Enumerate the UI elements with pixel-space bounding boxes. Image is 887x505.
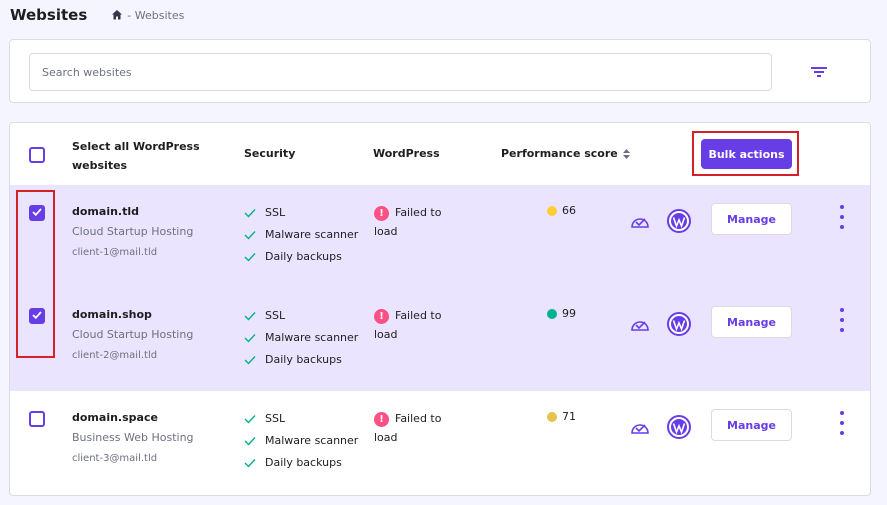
speed-button[interactable] bbox=[628, 415, 652, 439]
column-wordpress: WordPress bbox=[373, 147, 440, 160]
table-row: domain.shop Cloud Startup Hosting client… bbox=[10, 288, 870, 391]
table-row: domain.space Business Web Hosting client… bbox=[10, 391, 870, 494]
performance-value: 71 bbox=[562, 410, 576, 423]
security-item-label: Daily backups bbox=[265, 353, 342, 366]
error-icon: ! bbox=[374, 308, 389, 324]
row-checkbox[interactable] bbox=[29, 308, 45, 324]
manage-button[interactable]: Manage bbox=[711, 306, 792, 338]
performance-dot bbox=[547, 205, 557, 216]
breadcrumb: - Websites bbox=[111, 9, 184, 22]
speed-icon bbox=[631, 321, 649, 331]
error-icon: ! bbox=[374, 205, 389, 221]
site-plan: Cloud Startup Hosting bbox=[72, 225, 194, 238]
wordpress-button[interactable] bbox=[667, 209, 691, 233]
websites-table: Select all WordPress websites Security W… bbox=[9, 122, 871, 496]
security-item-label: Daily backups bbox=[265, 456, 342, 469]
speed-icon bbox=[631, 424, 649, 434]
wordpress-button[interactable] bbox=[667, 312, 691, 336]
performance-dot bbox=[547, 308, 557, 319]
breadcrumb-separator: - bbox=[127, 8, 135, 22]
row-checkbox[interactable] bbox=[29, 411, 45, 427]
search-card bbox=[9, 39, 871, 103]
security-item-label: Daily backups bbox=[265, 250, 342, 263]
error-icon: ! bbox=[374, 411, 389, 427]
kebab-menu-icon[interactable] bbox=[832, 203, 852, 231]
security-item-label: Malware scanner bbox=[265, 434, 359, 447]
bulk-actions-button[interactable]: Bulk actions bbox=[701, 139, 792, 169]
security-item-label: SSL bbox=[265, 309, 286, 322]
speed-icon bbox=[631, 218, 649, 228]
security-item-label: Malware scanner bbox=[265, 228, 359, 241]
performance-dot bbox=[547, 411, 557, 422]
filter-button[interactable] bbox=[809, 62, 829, 82]
column-performance-label: Performance score bbox=[501, 147, 618, 160]
performance-score: 99 bbox=[547, 307, 576, 320]
performance-value: 66 bbox=[562, 204, 576, 217]
security-item: Malware scanner bbox=[244, 331, 358, 344]
select-all-label: Select all WordPress websites bbox=[72, 140, 200, 172]
checkmark-icon bbox=[244, 436, 256, 446]
security-item: Daily backups bbox=[244, 250, 342, 263]
security-item: SSL bbox=[244, 412, 285, 425]
checkmark-icon bbox=[244, 252, 256, 262]
site-email: client-1@mail.tld bbox=[72, 247, 158, 258]
column-performance[interactable]: Performance score bbox=[501, 147, 630, 160]
checkmark-icon bbox=[244, 208, 256, 218]
checkmark-icon bbox=[244, 414, 256, 424]
sort-icon[interactable] bbox=[622, 148, 630, 159]
speed-button[interactable] bbox=[628, 209, 652, 233]
search-input[interactable] bbox=[29, 53, 772, 91]
manage-button[interactable]: Manage bbox=[711, 409, 792, 441]
page-header: Websites - Websites bbox=[10, 4, 184, 26]
security-item: SSL bbox=[244, 309, 285, 322]
security-item: Daily backups bbox=[244, 353, 342, 366]
checkmark-icon bbox=[244, 458, 256, 468]
site-email: client-3@mail.tld bbox=[72, 453, 158, 464]
security-item-label: Malware scanner bbox=[265, 331, 359, 344]
site-domain[interactable]: domain.space bbox=[72, 411, 158, 424]
security-item: Malware scanner bbox=[244, 434, 358, 447]
site-domain[interactable]: domain.tld bbox=[72, 205, 139, 218]
checkmark-icon bbox=[244, 355, 256, 365]
checkmark-icon bbox=[244, 311, 256, 321]
wordpress-status: ! Failed to load bbox=[374, 203, 454, 241]
performance-score: 66 bbox=[547, 204, 576, 217]
security-item: Daily backups bbox=[244, 456, 342, 469]
speed-button[interactable] bbox=[628, 312, 652, 336]
site-plan: Cloud Startup Hosting bbox=[72, 328, 194, 341]
checkmark-icon bbox=[244, 333, 256, 343]
checkmark-icon bbox=[244, 230, 256, 240]
wordpress-button[interactable] bbox=[667, 415, 691, 439]
manage-button[interactable]: Manage bbox=[711, 203, 792, 235]
table-header: Select all WordPress websites Security W… bbox=[10, 123, 870, 185]
security-item: SSL bbox=[244, 206, 285, 219]
performance-value: 99 bbox=[562, 307, 576, 320]
select-all-checkbox[interactable] bbox=[29, 147, 45, 163]
breadcrumb-current: Websites bbox=[134, 8, 185, 22]
page-title: Websites bbox=[10, 6, 88, 24]
wordpress-status: ! Failed to load bbox=[374, 306, 454, 344]
kebab-menu-icon[interactable] bbox=[832, 306, 852, 334]
security-item: Malware scanner bbox=[244, 228, 358, 241]
filter-icon bbox=[811, 67, 827, 77]
home-icon[interactable] bbox=[111, 9, 123, 21]
site-domain[interactable]: domain.shop bbox=[72, 308, 152, 321]
kebab-menu-icon[interactable] bbox=[832, 409, 852, 437]
performance-score: 71 bbox=[547, 410, 576, 423]
row-checkbox[interactable] bbox=[29, 205, 45, 221]
security-item-label: SSL bbox=[265, 206, 286, 219]
wordpress-status: ! Failed to load bbox=[374, 409, 454, 447]
site-email: client-2@mail.tld bbox=[72, 350, 158, 361]
column-security: Security bbox=[244, 147, 296, 160]
wordpress-icon bbox=[667, 209, 691, 233]
site-plan: Business Web Hosting bbox=[72, 431, 194, 444]
wordpress-icon bbox=[667, 312, 691, 336]
table-row: domain.tld Cloud Startup Hosting client-… bbox=[10, 185, 870, 288]
wordpress-icon bbox=[667, 415, 691, 439]
security-item-label: SSL bbox=[265, 412, 286, 425]
